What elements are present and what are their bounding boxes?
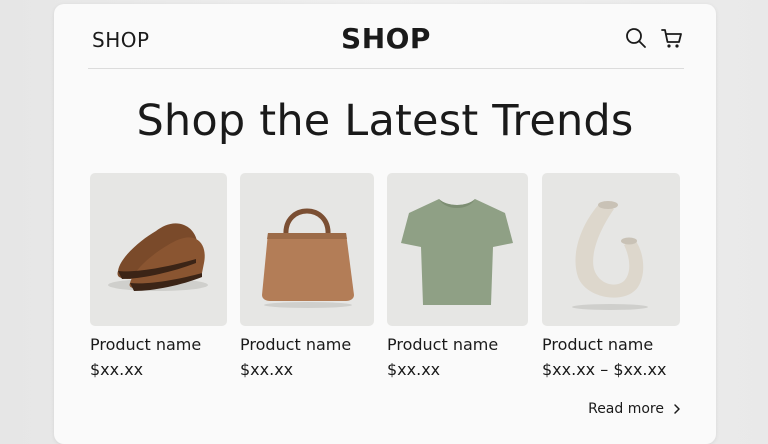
product-image-tshirt[interactable]	[387, 173, 528, 326]
product-name[interactable]: Product name	[387, 335, 498, 354]
brand-logo[interactable]: SHOP	[88, 22, 684, 55]
product-name[interactable]: Product name	[90, 335, 201, 354]
shop-card: SHOP SHOP Shop the Latest Trends Product…	[54, 4, 716, 444]
site-header: SHOP SHOP	[88, 18, 684, 69]
product-grid: Product name $xx.xx Product name $xx.xx	[54, 173, 716, 383]
product-price: $xx.xx – $xx.xx	[542, 360, 667, 379]
product-name[interactable]: Product name	[240, 335, 351, 354]
product-image-shoes[interactable]	[90, 173, 227, 326]
search-icon[interactable]	[624, 26, 648, 50]
product-price: $xx.xx	[240, 360, 294, 379]
read-more-link[interactable]: Read more	[588, 401, 682, 417]
cart-icon[interactable]	[660, 26, 684, 50]
product-name[interactable]: Product name	[542, 335, 653, 354]
hero-title: Shop the Latest Trends	[136, 96, 634, 146]
read-more-label: Read more	[588, 401, 664, 417]
chevron-right-icon	[674, 404, 680, 414]
product-image-bag[interactable]	[240, 173, 374, 326]
product-image-vase[interactable]	[542, 173, 680, 326]
product-price: $xx.xx	[90, 360, 144, 379]
header-icons	[624, 26, 684, 50]
product-price: $xx.xx	[387, 360, 441, 379]
